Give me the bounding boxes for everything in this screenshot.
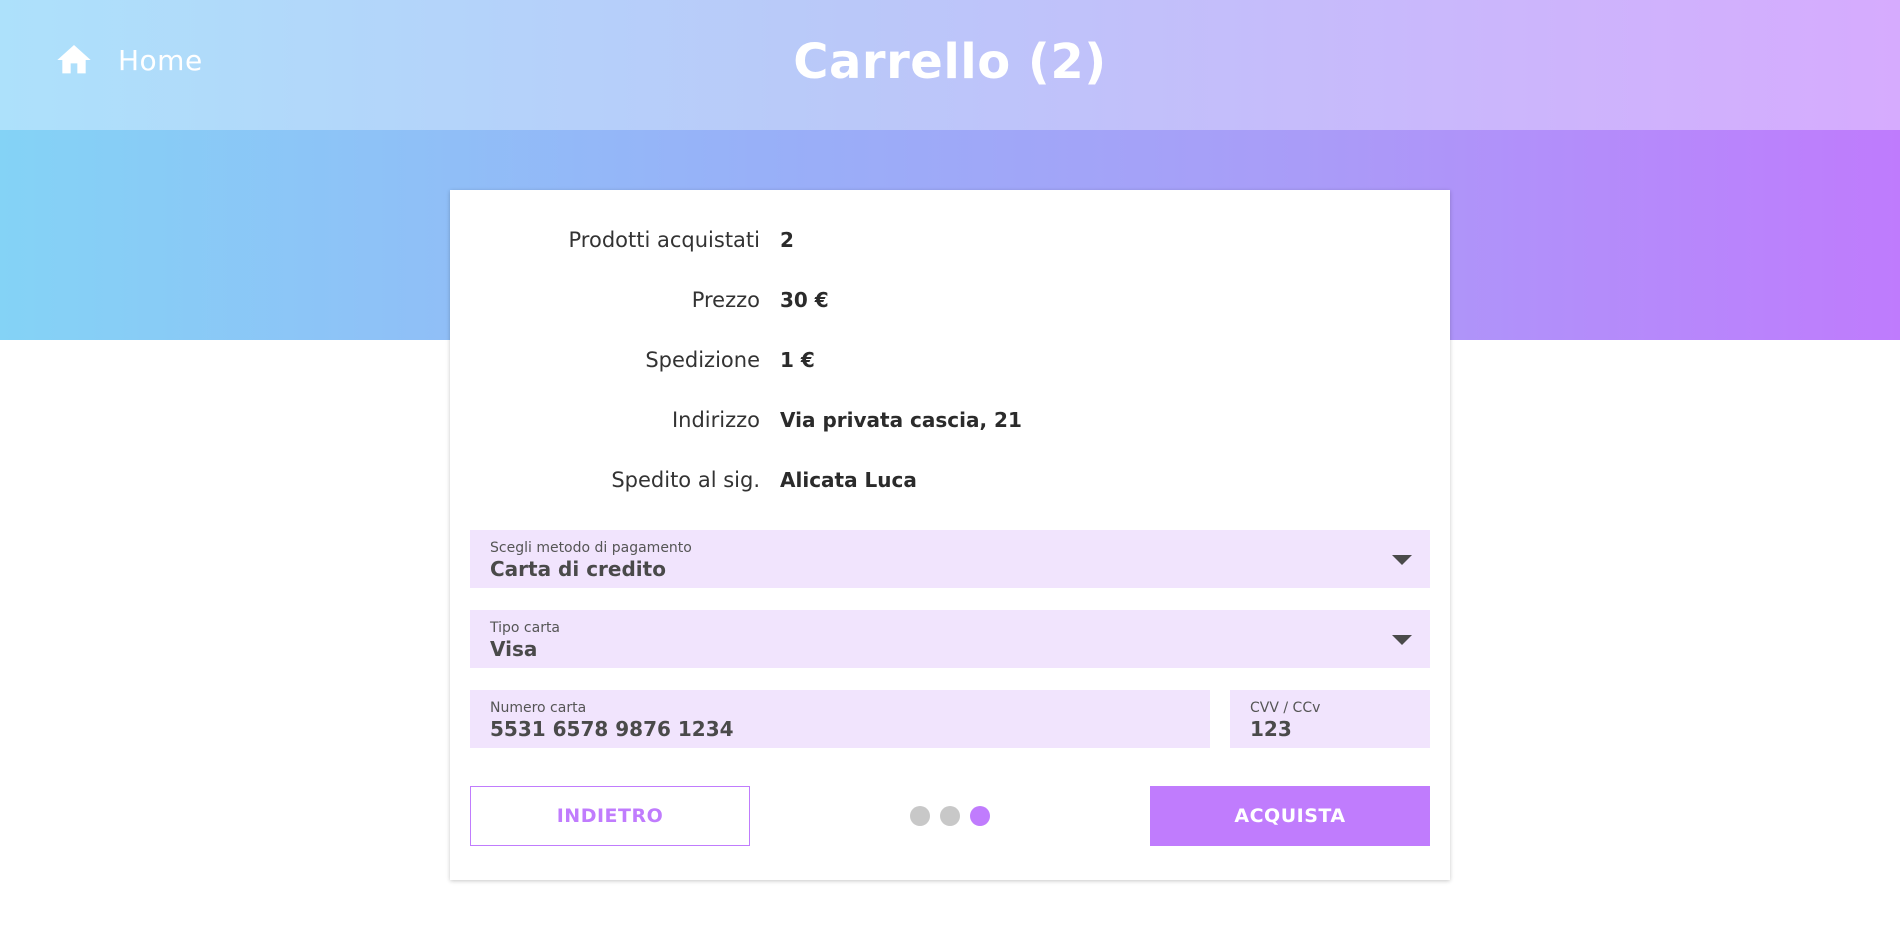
summary-label: Prodotti acquistati [568,228,760,252]
summary-row-address: Indirizzo Via privata cascia, 21 [450,400,1450,440]
step-dot-active[interactable] [970,806,990,826]
summary-value: Via privata cascia, 21 [780,408,1022,432]
summary-row-price: Prezzo 30 € [450,280,1450,320]
field-label: Tipo carta [490,620,561,636]
field-value: Carta di credito [490,557,666,581]
summary-label: Prezzo [691,288,760,312]
field-label: Numero carta [490,700,587,716]
summary-value: Alicata Luca [780,468,917,492]
field-label: Scegli metodo di pagamento [490,540,692,556]
card-type-select[interactable]: Tipo carta Visa [470,610,1430,668]
cvv-input[interactable]: CVV / CCv 123 [1230,690,1430,748]
field-value: Visa [490,637,538,661]
card-number-input[interactable]: Numero carta 5531 6578 9876 1234 [470,690,1210,748]
step-indicator [910,806,1000,826]
summary-row-shipping: Spedizione 1 € [450,340,1450,380]
summary-label: Indirizzo [671,408,760,432]
step-dot[interactable] [940,806,960,826]
caret-down-icon [1392,555,1412,565]
field-value: 5531 6578 9876 1234 [490,717,734,741]
summary-row-recipient: Spedito al sig. Alicata Luca [450,460,1450,500]
caret-down-icon [1392,635,1412,645]
buy-button[interactable]: ACQUISTA [1150,786,1430,846]
field-value: 123 [1250,717,1292,741]
step-dot[interactable] [910,806,930,826]
summary-row-products: Prodotti acquistati 2 [450,220,1450,260]
checkout-card: Prodotti acquistati 2 Prezzo 30 € Spediz… [450,190,1450,880]
summary-value: 30 € [780,288,829,312]
summary-label: Spedito al sig. [611,468,760,492]
field-label: CVV / CCv [1250,700,1321,716]
summary-value: 1 € [780,348,815,372]
summary-label: Spedizione [645,348,760,372]
summary-value: 2 [780,228,794,252]
payment-method-select[interactable]: Scegli metodo di pagamento Carta di cred… [470,530,1430,588]
page-title: Carrello (2) [793,34,1107,90]
back-button[interactable]: INDIETRO [470,786,750,846]
